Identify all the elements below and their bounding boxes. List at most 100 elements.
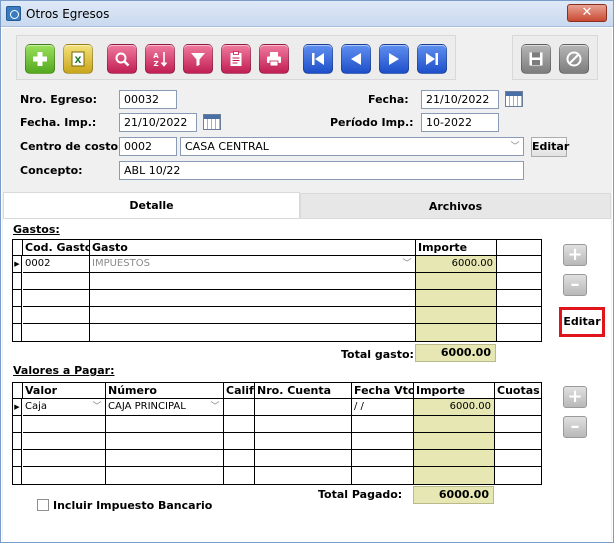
add-button[interactable] [25,44,55,74]
row-indicator [13,273,22,290]
table-cell[interactable] [23,324,90,341]
tab-detalle[interactable]: Detalle [3,192,300,218]
table-cell-gasto[interactable]: IMPUESTOS ﹀ [90,256,416,273]
table-cell[interactable] [23,273,90,290]
excel-export-button[interactable]: X [63,44,93,74]
table-cell[interactable] [352,416,414,433]
calendar-icon[interactable] [505,91,523,107]
table-cell[interactable] [23,307,90,324]
table-cell[interactable] [255,416,352,433]
chevron-down-icon[interactable]: ﹀ [401,258,413,270]
table-cell[interactable] [497,324,541,341]
table-cell[interactable] [224,433,255,450]
periodo-field[interactable]: 10-2022 [421,113,499,132]
table-cell-cod[interactable]: 0002 [23,256,90,273]
add-valor-button[interactable]: + [563,386,587,408]
window: Otros Egresos ✕ X AZ Nro. Egreso: 00032 … [0,0,614,543]
total-gasto-label: Total gasto: [341,348,414,361]
table-cell[interactable] [414,450,495,467]
table-cell[interactable] [255,450,352,467]
calendar-icon[interactable] [203,114,221,130]
table-cell-cuenta[interactable] [255,399,352,416]
table-cell[interactable] [90,324,416,341]
table-cell[interactable] [23,433,106,450]
add-gasto-button[interactable]: + [563,244,587,266]
table-cell[interactable] [106,416,224,433]
table-cell[interactable] [495,433,541,450]
remove-valor-button[interactable]: – [563,416,587,438]
table-cell-importe[interactable]: 6000.00 [416,256,497,273]
editar-centro-button[interactable]: Editar [531,137,569,157]
tab-archivos[interactable]: Archivos [300,193,611,219]
previous-record-button[interactable] [341,44,371,74]
table-cell[interactable] [416,290,497,307]
next-record-button[interactable] [379,44,409,74]
toolbar-actions [512,35,598,80]
table-cell[interactable] [414,433,495,450]
sort-button[interactable]: AZ [145,44,175,74]
table-cell[interactable] [414,416,495,433]
chevron-down-icon[interactable]: ﹀ [91,401,103,413]
table-cell[interactable] [23,416,106,433]
table-cell[interactable] [255,467,352,484]
concepto-field[interactable]: ABL 10/22 [119,161,524,180]
remove-gasto-button[interactable]: – [563,274,587,296]
table-cell[interactable] [224,450,255,467]
table-cell[interactable] [352,433,414,450]
table-cell[interactable] [255,433,352,450]
table-cell[interactable] [352,467,414,484]
table-cell[interactable] [106,467,224,484]
minus-icon: – [570,416,580,437]
table-cell[interactable] [497,273,541,290]
cancel-button[interactable] [559,44,589,74]
centro-code-field[interactable]: 0002 [119,137,177,156]
table-cell[interactable] [23,450,106,467]
impuesto-bancario-checkbox[interactable] [37,499,49,511]
fecha-field[interactable]: 21/10/2022 [421,90,499,109]
table-cell[interactable] [224,467,255,484]
table-cell-cuotas[interactable] [495,399,541,416]
table-cell[interactable] [495,450,541,467]
save-button[interactable] [521,44,551,74]
table-cell[interactable] [352,450,414,467]
search-button[interactable] [107,44,137,74]
table-cell[interactable] [90,290,416,307]
table-cell[interactable] [497,290,541,307]
table-cell-calif[interactable] [224,399,255,416]
centro-name-combo[interactable]: CASA CENTRAL ﹀ [180,137,524,156]
table-cell[interactable] [495,467,541,484]
fecha-imp-field[interactable]: 21/10/2022 [119,113,197,132]
table-cell[interactable] [414,467,495,484]
chevron-down-icon[interactable]: ﹀ [209,401,221,413]
chevron-down-icon[interactable]: ﹀ [509,141,521,153]
grid-header-valor: Valor [23,383,106,399]
table-cell[interactable] [90,307,416,324]
next-icon [389,53,399,65]
table-cell[interactable] [106,450,224,467]
table-cell[interactable] [416,307,497,324]
print-button[interactable] [259,44,289,74]
table-cell-valor[interactable]: Caja ﹀ [23,399,106,416]
table-cell-fecha[interactable]: / / [352,399,414,416]
grid-header-gasto: Gasto [90,240,416,256]
table-cell[interactable] [23,290,90,307]
filter-button[interactable] [183,44,213,74]
table-cell[interactable] [106,433,224,450]
last-record-button[interactable] [417,44,447,74]
table-cell-extra[interactable] [497,256,541,273]
table-cell[interactable] [224,416,255,433]
nro-egreso-field[interactable]: 00032 [119,90,177,109]
table-cell[interactable] [23,467,106,484]
close-button[interactable]: ✕ [567,4,607,22]
editar-gasto-button[interactable]: Editar [559,307,605,337]
table-cell[interactable] [416,324,497,341]
table-cell[interactable] [497,307,541,324]
table-cell[interactable] [90,273,416,290]
first-record-button[interactable] [303,44,333,74]
table-cell[interactable] [495,416,541,433]
table-cell-importe[interactable]: 6000.00 [414,399,495,416]
table-cell[interactable] [416,273,497,290]
table-cell-numero[interactable]: CAJA PRINCIPAL ﹀ [106,399,224,416]
filter-icon [191,53,205,66]
report-button[interactable] [221,44,251,74]
